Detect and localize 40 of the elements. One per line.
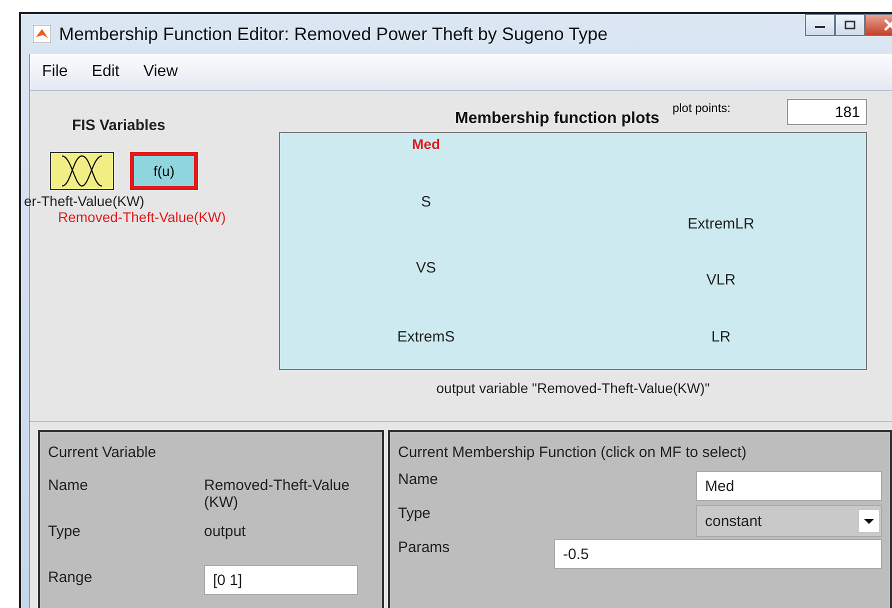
input-variable-button[interactable] (50, 152, 114, 190)
field-label: Range (48, 569, 94, 586)
plot-points-field[interactable]: 181 (787, 98, 867, 124)
panel-title: Current Variable (48, 444, 158, 461)
plot-points-label: plot points: (672, 100, 730, 114)
mf-label[interactable]: ExtremLR (688, 216, 754, 232)
field-label: Name (398, 471, 440, 488)
menu-item[interactable]: View (143, 63, 178, 81)
name-field[interactable]: Med (696, 471, 882, 501)
maximize-icon (844, 20, 856, 30)
maximize-button[interactable] (835, 14, 865, 36)
variable-caption: Removed-Theft-Value(KW) (58, 209, 227, 225)
variable-value: output (204, 523, 247, 540)
field-label: Type (398, 505, 432, 522)
mf-label[interactable]: VLR (706, 272, 736, 288)
plot-caption: output variable "Removed-Theft-Value(KW)" (435, 380, 711, 396)
type-dropdown[interactable]: constant (696, 505, 882, 537)
window-title: Membership Function Editor: Removed Power Theft by Sugeno Type (59, 24, 608, 44)
membership-curves-icon (61, 154, 103, 188)
minimize-button[interactable] (805, 14, 835, 36)
mf-label[interactable]: LR (711, 328, 731, 346)
mf-label[interactable]: VS (416, 260, 436, 276)
range-field[interactable]: [0 1] (204, 565, 358, 595)
plot-title: Membership function plots (455, 110, 660, 128)
field-label: Params (398, 539, 451, 556)
mf-label[interactable]: Med (412, 136, 440, 152)
field-label: Name (48, 477, 90, 494)
output-variable-button[interactable]: f(u) (130, 152, 198, 190)
params-field[interactable]: -0.5 (554, 539, 882, 569)
field-label: Type (48, 523, 82, 540)
variable-value: Removed-Theft-Value(KW) (204, 477, 351, 511)
mf-label[interactable]: ExtremS (397, 328, 455, 346)
variable-caption: er-Theft-Value(KW) (24, 193, 146, 209)
menu-item[interactable]: Edit (92, 63, 120, 81)
mf-label[interactable]: S (421, 194, 431, 210)
panel-title: Current Membership Function (click on MF to select) (398, 444, 748, 461)
plot-area[interactable]: Med S VS ExtremS ExtremLR VLR LR (279, 132, 867, 370)
section-title: FIS Variables (72, 117, 166, 134)
app-icon (33, 25, 51, 43)
menu-item[interactable]: File (42, 63, 68, 81)
